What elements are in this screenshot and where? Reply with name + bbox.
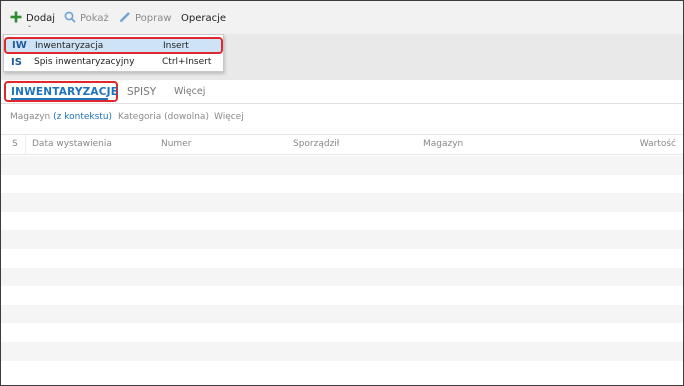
column-header-author[interactable]: Sporządził	[293, 139, 339, 149]
table-row	[1, 211, 683, 231]
table-row	[1, 323, 683, 342]
column-header-value[interactable]: Wartość	[640, 139, 676, 149]
filter-category[interactable]: Kategoria (dowolna)	[118, 112, 209, 122]
app-window: Dodaj ⌄ Pokaż Popraw Operacje IW Inwenta…	[0, 0, 684, 386]
plus-icon	[10, 11, 22, 26]
table-row	[1, 193, 683, 212]
search-icon	[64, 11, 76, 26]
tab-more[interactable]: Więcej	[174, 80, 205, 103]
filter-bar: Magazyn (z kontekstu) Kategoria (dowolna…	[1, 106, 683, 130]
filter-warehouse-label: Magazyn	[10, 112, 54, 122]
table-row	[1, 156, 683, 175]
add-button[interactable]: Dodaj	[10, 10, 55, 26]
tab-bar: INWENTARYZACJE SPISY Więcej	[1, 80, 683, 104]
tab-inwentaryzacje[interactable]: INWENTARYZACJE	[4, 81, 118, 102]
column-header-number[interactable]: Numer	[161, 139, 191, 149]
tab-label: SPISY	[127, 85, 157, 98]
column-header-warehouse[interactable]: Magazyn	[423, 139, 463, 149]
table-row	[1, 174, 683, 194]
show-button-label: Pokaż	[80, 12, 109, 24]
grid-body	[1, 156, 683, 380]
table-row	[1, 267, 683, 287]
tab-label: Więcej	[174, 86, 206, 97]
toolbar: Dodaj ⌄ Pokaż Popraw Operacje	[1, 1, 683, 34]
operations-menu[interactable]: Operacje	[181, 10, 226, 26]
menu-item-code: IS	[11, 56, 22, 68]
menu-item-spis-inwentaryzacyjny[interactable]: IS Spis inwentaryzacyjny Ctrl+Insert	[5, 54, 222, 70]
menu-item-code: IW	[12, 40, 27, 51]
table-row	[1, 286, 683, 305]
table-row	[1, 304, 683, 324]
table-row	[1, 360, 683, 380]
column-header-date[interactable]: Data wystawienia	[32, 139, 112, 149]
table-row	[1, 230, 683, 249]
tab-spisy[interactable]: SPISY	[127, 80, 156, 103]
edit-button-label: Popraw	[135, 12, 172, 24]
grid-header: S Data wystawienia Numer Sporządził Maga…	[1, 134, 683, 155]
menu-item-label: Spis inwentaryzacyjny	[34, 57, 135, 67]
table-row	[1, 248, 683, 268]
edit-button[interactable]: Popraw	[119, 10, 172, 26]
column-header-status[interactable]: S	[12, 139, 18, 149]
pencil-icon	[119, 11, 131, 26]
operations-menu-label: Operacje	[181, 12, 227, 24]
tab-label: INWENTARYZACJE	[11, 85, 119, 98]
column-divider	[25, 135, 26, 154]
show-button[interactable]: Pokaż	[64, 10, 109, 26]
add-dropdown-menu: IW Inwentaryzacja Insert IS Spis inwenta…	[3, 34, 224, 72]
filter-more[interactable]: Więcej	[214, 112, 244, 122]
menu-item-label: Inwentaryzacja	[35, 40, 104, 51]
active-tab-underline	[11, 98, 108, 100]
chevron-down-icon: ⌄	[27, 22, 33, 29]
menu-item-inwentaryzacja[interactable]: IW Inwentaryzacja Insert	[4, 37, 223, 54]
menu-item-shortcut: Insert	[163, 40, 189, 51]
menu-item-shortcut: Ctrl+Insert	[162, 57, 212, 67]
table-row	[1, 341, 683, 361]
filter-warehouse-value: (z kontekstu)	[53, 112, 113, 122]
filter-warehouse[interactable]: Magazyn (z kontekstu)	[10, 112, 112, 122]
